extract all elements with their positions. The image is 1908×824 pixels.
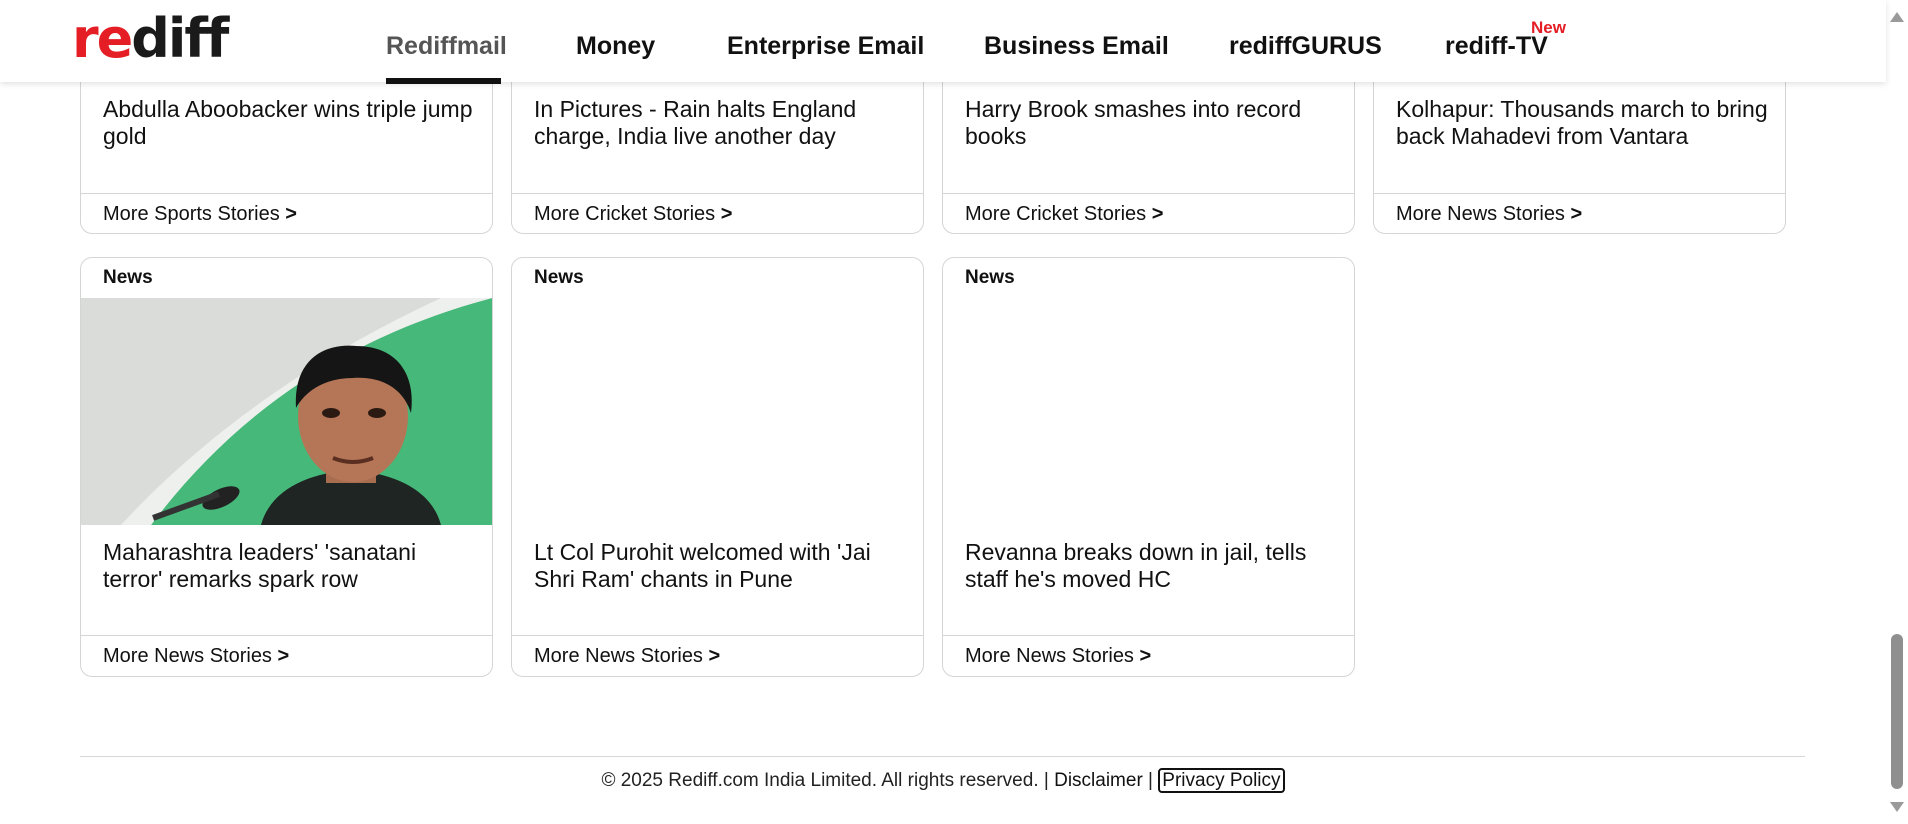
nav-rediffgurus[interactable]: rediffGURUS xyxy=(1229,32,1382,61)
more-arrow: > xyxy=(285,203,297,225)
scroll-down-arrow-icon[interactable] xyxy=(1890,802,1904,812)
more-stories-label: More News Stories xyxy=(1396,203,1565,225)
more-arrow: > xyxy=(277,645,290,667)
card-divider xyxy=(943,635,1354,636)
card-divider xyxy=(512,193,923,194)
story-headline[interactable]: In Pictures - Rain halts England charge,… xyxy=(534,96,909,150)
card-divider xyxy=(81,193,492,194)
vertical-scrollbar[interactable] xyxy=(1886,0,1908,824)
scroll-up-arrow-icon[interactable] xyxy=(1890,12,1904,22)
more-stories-label: More News Stories xyxy=(103,645,272,667)
more-stories-label: More News Stories xyxy=(965,645,1134,667)
story-card[interactable]: News Maharashtra leaders' 'sanatani terr… xyxy=(80,257,493,677)
footer-divider xyxy=(80,756,1805,757)
category-tag: News xyxy=(103,267,153,288)
more-arrow: > xyxy=(708,645,721,667)
more-stories-label: More Cricket Stories xyxy=(534,203,716,225)
new-badge: New xyxy=(1531,18,1566,37)
category-tag: News xyxy=(965,267,1015,288)
card-divider xyxy=(81,635,492,636)
more-arrow: > xyxy=(1570,203,1583,225)
more-stories-link[interactable]: More Sports Stories > xyxy=(103,203,297,226)
footer: © 2025 Rediff.com India Limited. All rig… xyxy=(0,768,1886,793)
more-stories-link[interactable]: More News Stories > xyxy=(965,645,1151,668)
copyright-text: © 2025 Rediff.com India Limited. All rig… xyxy=(601,770,1055,791)
more-arrow: > xyxy=(1139,645,1152,667)
story-image[interactable] xyxy=(512,298,923,525)
story-headline[interactable]: Maharashtra leaders' 'sanatani terror' r… xyxy=(103,539,478,593)
more-arrow: > xyxy=(720,203,733,225)
privacy-policy-link[interactable]: Privacy Policy xyxy=(1158,768,1285,793)
story-card[interactable]: News Lt Col Purohit welcomed with 'Jai S… xyxy=(511,257,924,677)
card-divider xyxy=(512,635,923,636)
nav-business-email[interactable]: Business Email xyxy=(984,32,1169,61)
nav-money[interactable]: Money xyxy=(576,32,655,61)
disclaimer-link[interactable]: Disclaimer xyxy=(1054,770,1143,791)
logo-text-black: diff xyxy=(131,7,229,70)
story-image[interactable] xyxy=(943,298,1354,525)
story-headline[interactable]: Harry Brook smashes into record books xyxy=(965,96,1340,150)
more-arrow: > xyxy=(1151,203,1164,225)
more-stories-label: More News Stories xyxy=(534,645,703,667)
top-header: rediff Rediffmail Money Enterprise Email… xyxy=(0,0,1886,82)
active-tab-indicator xyxy=(386,78,501,84)
story-headline[interactable]: Revanna breaks down in jail, tells staff… xyxy=(965,539,1340,593)
politician-photo xyxy=(81,298,492,525)
logo-text-red: re xyxy=(72,7,133,70)
more-stories-label: More Cricket Stories xyxy=(965,203,1147,225)
more-stories-link[interactable]: More News Stories > xyxy=(1396,203,1582,226)
more-stories-link[interactable]: More Cricket Stories > xyxy=(965,203,1163,226)
card-divider xyxy=(1374,193,1785,194)
more-stories-link[interactable]: More Cricket Stories > xyxy=(534,203,732,226)
story-headline[interactable]: Lt Col Purohit welcomed with 'Jai Shri R… xyxy=(534,539,909,593)
more-stories-label: More Sports Stories xyxy=(103,203,280,225)
story-headline[interactable]: Abdulla Aboobacker wins triple jump gold xyxy=(103,96,478,150)
story-image[interactable] xyxy=(81,298,492,525)
rediff-logo[interactable]: rediff xyxy=(72,12,229,66)
nav-enterprise-email[interactable]: Enterprise Email xyxy=(727,32,924,61)
story-card[interactable]: News Revanna breaks down in jail, tells … xyxy=(942,257,1355,677)
more-stories-link[interactable]: More News Stories > xyxy=(534,645,720,668)
story-headline[interactable]: Kolhapur: Thousands march to bring back … xyxy=(1396,96,1771,150)
more-stories-link[interactable]: More News Stories > xyxy=(103,645,289,668)
nav-rediffmail[interactable]: Rediffmail xyxy=(386,32,507,61)
category-tag: News xyxy=(534,267,584,288)
card-divider xyxy=(943,193,1354,194)
scrollbar-thumb[interactable] xyxy=(1891,634,1903,789)
footer-separator: | xyxy=(1142,770,1159,791)
